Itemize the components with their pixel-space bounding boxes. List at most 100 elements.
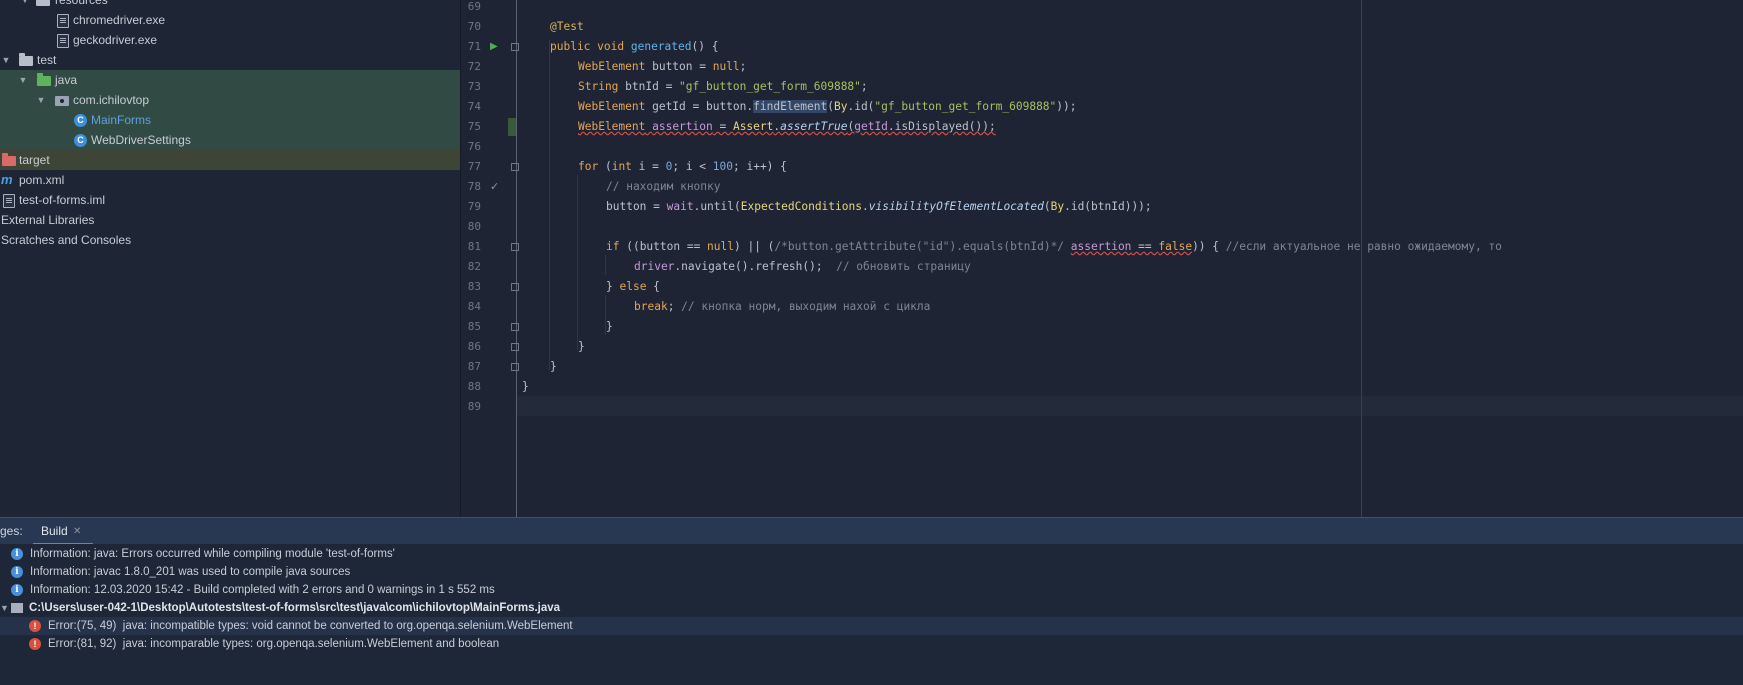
code-line-74: WebElement getId = button.findElement(By… [578, 100, 1077, 113]
build-message[interactable]: i Information: java: Errors occurred whi… [0, 545, 1743, 563]
code-line-72: WebElement button = null; [578, 60, 747, 73]
tree-item-resources[interactable]: ▼ resources [0, 0, 460, 10]
code-line-81: if ((button == null) || (/*button.getAtt… [606, 240, 1502, 253]
code-line-78: // находим кнопку [606, 180, 721, 193]
close-icon[interactable]: ✕ [73, 518, 81, 545]
line-number: 81 [467, 240, 481, 253]
tree-item-chromedriver[interactable]: chromedriver.exe [0, 10, 460, 30]
line-number: 79 [467, 200, 481, 213]
line-number: 86 [467, 340, 481, 353]
fold-icon[interactable] [511, 283, 519, 291]
build-output: i Information: java: Errors occurred whi… [0, 544, 1743, 685]
project-tree: ▼ resources chromedriver.exe geckodriver… [0, 0, 461, 517]
chevron-down-icon[interactable]: ▼ [1, 50, 11, 70]
folder-icon [36, 0, 50, 6]
line-number: 84 [467, 300, 481, 313]
line-number: 83 [467, 280, 481, 293]
build-message[interactable]: i Information: javac 1.8.0_201 was used … [0, 563, 1743, 581]
build-panel-header: ges: Build ✕ [0, 517, 1743, 545]
chevron-down-icon[interactable]: ▼ [20, 0, 30, 10]
info-icon: i [11, 566, 23, 578]
messages-tab-label[interactable]: ges: [0, 518, 23, 545]
code-line-86: } [578, 340, 585, 353]
info-icon: i [11, 584, 23, 596]
code-line-84: break; // кнопка норм, выходим нахой с ц… [634, 300, 931, 313]
line-number: 88 [467, 380, 481, 393]
line-number: 80 [467, 220, 481, 233]
tree-item-scratches[interactable]: Scratches and Consoles [0, 230, 460, 250]
source-folder-icon [37, 73, 51, 86]
build-file-node[interactable]: ▼ C:\Users\user-042-1\Desktop\Autotests\… [0, 599, 1743, 617]
line-number: 72 [467, 60, 481, 73]
folder-icon [19, 53, 33, 66]
build-error[interactable]: ! Error:(75, 49) java: incompatible type… [0, 617, 1743, 635]
chevron-down-icon[interactable]: ▼ [0, 599, 9, 617]
code-line-73: String btnId = "gf_button_get_form_60988… [578, 80, 868, 93]
indent-guide [549, 40, 550, 370]
tree-item-webdriversettings[interactable]: C WebDriverSettings [0, 130, 460, 150]
tree-item-iml[interactable]: test-of-forms.iml [0, 190, 460, 210]
tab-build[interactable]: Build ✕ [33, 518, 93, 545]
code-line-75: WebElement assertion = Assert.assertTrue… [578, 120, 996, 133]
tree-item-pom[interactable]: m pom.xml [0, 170, 460, 190]
code-line-70: @Test [550, 20, 584, 33]
indent-guide [605, 255, 606, 275]
tree-item-test[interactable]: ▼ test [0, 50, 460, 70]
line-number: 89 [467, 400, 481, 413]
line-number: 71 [467, 40, 481, 53]
fold-icon[interactable] [511, 163, 519, 171]
tree-item-mainforms[interactable]: C MainForms [0, 110, 460, 130]
check-icon: ✓ [490, 181, 500, 193]
run-icon[interactable]: ▶ [490, 37, 498, 57]
fold-icon[interactable] [511, 43, 519, 51]
tree-item-package[interactable]: ▼ com.ichilovtop [0, 90, 460, 110]
tree-item-target[interactable]: target [0, 150, 460, 170]
code-line-87: } [550, 360, 557, 373]
line-number: 75 [467, 120, 481, 133]
line-number: 70 [467, 20, 481, 33]
tree-item-java[interactable]: ▼ java [0, 70, 460, 90]
chevron-down-icon[interactable]: ▼ [36, 90, 46, 110]
code-line-82: driver.navigate().refresh(); // обновить… [634, 260, 971, 273]
maven-icon: m [1, 172, 13, 187]
file-icon [57, 14, 69, 28]
indent-guide [577, 175, 578, 350]
selected-text: findElement [753, 100, 828, 113]
line-number: 82 [467, 260, 481, 273]
line-number: 85 [467, 320, 481, 333]
info-icon: i [11, 548, 23, 560]
excluded-folder-icon [2, 153, 16, 166]
module-file-icon [3, 194, 15, 208]
code-line-85: } [606, 320, 613, 333]
fold-icon[interactable] [511, 323, 519, 331]
code-line-71: public void generated() { [550, 40, 719, 53]
tree-item-external-libraries[interactable]: External Libraries [0, 210, 460, 230]
change-marker [508, 118, 516, 136]
line-number: 76 [467, 140, 481, 153]
line-number: 87 [467, 360, 481, 373]
code-line-79: button = wait.until(ExpectedConditions.v… [606, 200, 1152, 213]
file-icon [11, 603, 23, 613]
right-margin-guide [1361, 0, 1362, 517]
build-message[interactable]: i Information: 12.03.2020 15:42 - Build … [0, 581, 1743, 599]
fold-icon[interactable] [511, 343, 519, 351]
class-icon: C [74, 114, 87, 127]
line-number: 77 [467, 160, 481, 173]
line-number: 69 [467, 0, 481, 13]
fold-icon[interactable] [511, 243, 519, 251]
class-icon: C [74, 134, 87, 147]
line-number: 78 [467, 180, 481, 193]
file-icon [57, 34, 69, 48]
line-number: 74 [467, 100, 481, 113]
error-icon: ! [29, 620, 41, 632]
chevron-down-icon[interactable]: ▼ [18, 70, 28, 90]
code-line-88: } [522, 380, 529, 393]
build-error[interactable]: ! Error:(81, 92) java: incomparable type… [0, 635, 1743, 653]
line-number: 73 [467, 80, 481, 93]
error-icon: ! [29, 638, 41, 650]
package-icon [55, 96, 69, 106]
code-line-83: } else { [606, 280, 660, 293]
tree-item-geckodriver[interactable]: geckodriver.exe [0, 30, 460, 50]
fold-icon[interactable] [511, 363, 519, 371]
code-line-77: for (int i = 0; i < 100; i++) { [578, 160, 787, 173]
